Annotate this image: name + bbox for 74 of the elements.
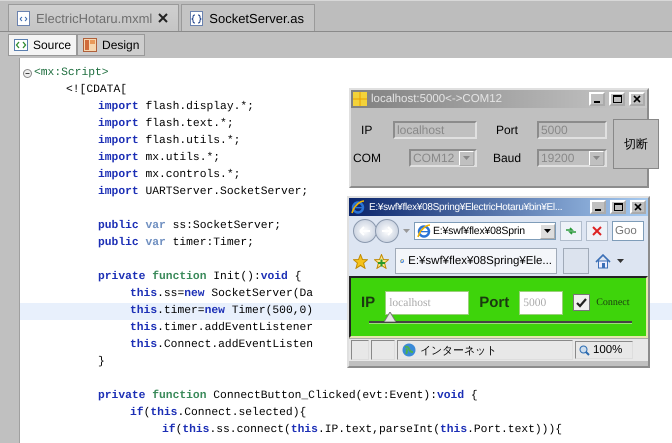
browser-tab[interactable]: E:¥swf¥flex¥08Spring¥Ele... <box>395 248 557 274</box>
address-field[interactable]: E:¥swf¥flex¥08Sprin <box>414 222 556 240</box>
refresh-icon <box>565 226 577 236</box>
code-line: public var ss:SocketServer; <box>97 218 282 234</box>
com-label: COM <box>353 151 382 165</box>
port-label: Port <box>496 123 518 137</box>
forward-arrow-icon <box>381 226 393 236</box>
search-field[interactable]: Goo <box>612 221 644 241</box>
minimize-button[interactable] <box>590 200 606 214</box>
editor-tab[interactable]: ElectricHotaru.mxml <box>8 4 180 31</box>
code-icon <box>14 39 28 51</box>
maximize-icon <box>614 203 622 211</box>
code-line: private function Init():void { <box>97 270 302 285</box>
collapse-icon[interactable] <box>22 69 32 78</box>
maximize-button[interactable] <box>610 200 626 214</box>
code-line: if(this.Connect.selected){ <box>129 406 306 421</box>
code-line: import mx.utils.*; <box>97 150 220 166</box>
window-title: E:¥swf¥flex¥08Spring¥ElectricHotaru¥bin¥El... <box>369 202 564 212</box>
browser-logo-icon <box>417 224 431 238</box>
code-line: import flash.utils.*; <box>97 134 240 149</box>
zoom-icon <box>579 344 590 356</box>
app-icon <box>353 92 367 106</box>
refresh-button[interactable] <box>560 221 582 241</box>
code-line: import flash.text.*; <box>97 116 234 132</box>
code-line: <mx:Script> <box>34 66 109 81</box>
add-favorite-icon[interactable] <box>374 254 389 268</box>
back-button[interactable] <box>353 219 377 243</box>
connect-checkbox[interactable] <box>573 294 590 311</box>
close-icon[interactable] <box>158 13 168 23</box>
maximize-icon <box>612 95 622 103</box>
star-icon[interactable] <box>353 254 368 268</box>
zoom-button[interactable]: 100% <box>575 341 633 359</box>
code-line: } <box>97 354 105 370</box>
dropdown-arrow-icon <box>544 229 551 233</box>
globe-icon <box>402 343 416 357</box>
editor-tab[interactable]: SocketServer.as <box>181 4 315 31</box>
ip-label: IP <box>361 123 374 137</box>
close-button[interactable] <box>630 200 646 214</box>
code-line: this.Connect.addEventListen <box>129 338 314 353</box>
connect-label: Connect <box>596 297 630 308</box>
port-field[interactable]: 5000 <box>519 290 564 314</box>
file-icon <box>190 10 204 26</box>
dropdown-arrow-icon <box>463 156 470 160</box>
close-icon <box>634 203 642 211</box>
code-line: <![CDATA[ <box>65 82 128 98</box>
code-line: import mx.controls.*; <box>97 168 240 183</box>
code-line: this.timer=new Timer(500,0) <box>129 304 314 319</box>
dropdown-arrow-icon <box>593 156 600 160</box>
layout-icon <box>83 38 98 52</box>
home-icon[interactable] <box>595 254 611 268</box>
file-icon <box>17 10 30 26</box>
code-line: import UARTServer.SocketServer; <box>97 184 308 200</box>
dropdown-arrow-icon[interactable] <box>617 259 624 263</box>
stop-button[interactable] <box>586 221 608 241</box>
view-mode-button[interactable]: Source <box>8 34 78 56</box>
view-mode-button[interactable]: Design <box>77 34 146 56</box>
browser-logo-icon <box>351 200 365 214</box>
code-line: public var timer:Timer; <box>97 236 254 251</box>
window-title: localhost:5000<->COM12 <box>371 93 504 105</box>
ip-label: IP <box>361 294 376 311</box>
code-line: private function ConnectButton_Clicked(evt:Event):void { <box>97 388 478 404</box>
baud-label: Baud <box>492 151 522 165</box>
code-line: this.timer.addEventListener <box>129 320 314 336</box>
forward-button[interactable] <box>375 219 399 243</box>
security-zone: インターネット <box>397 340 573 360</box>
code-line: this.ss=new SocketServer(Da <box>129 286 314 302</box>
checkmark-icon <box>576 298 588 308</box>
back-arrow-icon <box>359 226 371 236</box>
close-icon <box>633 95 641 103</box>
code-line: if(this.ss.connect(this.IP.text,parseInt(this.Port.text))){ <box>161 422 562 438</box>
ip-field[interactable]: localhost <box>385 290 470 314</box>
port-label: Port <box>479 294 510 311</box>
code-line: import flash.display.*; <box>97 100 254 115</box>
stop-icon <box>592 226 602 236</box>
